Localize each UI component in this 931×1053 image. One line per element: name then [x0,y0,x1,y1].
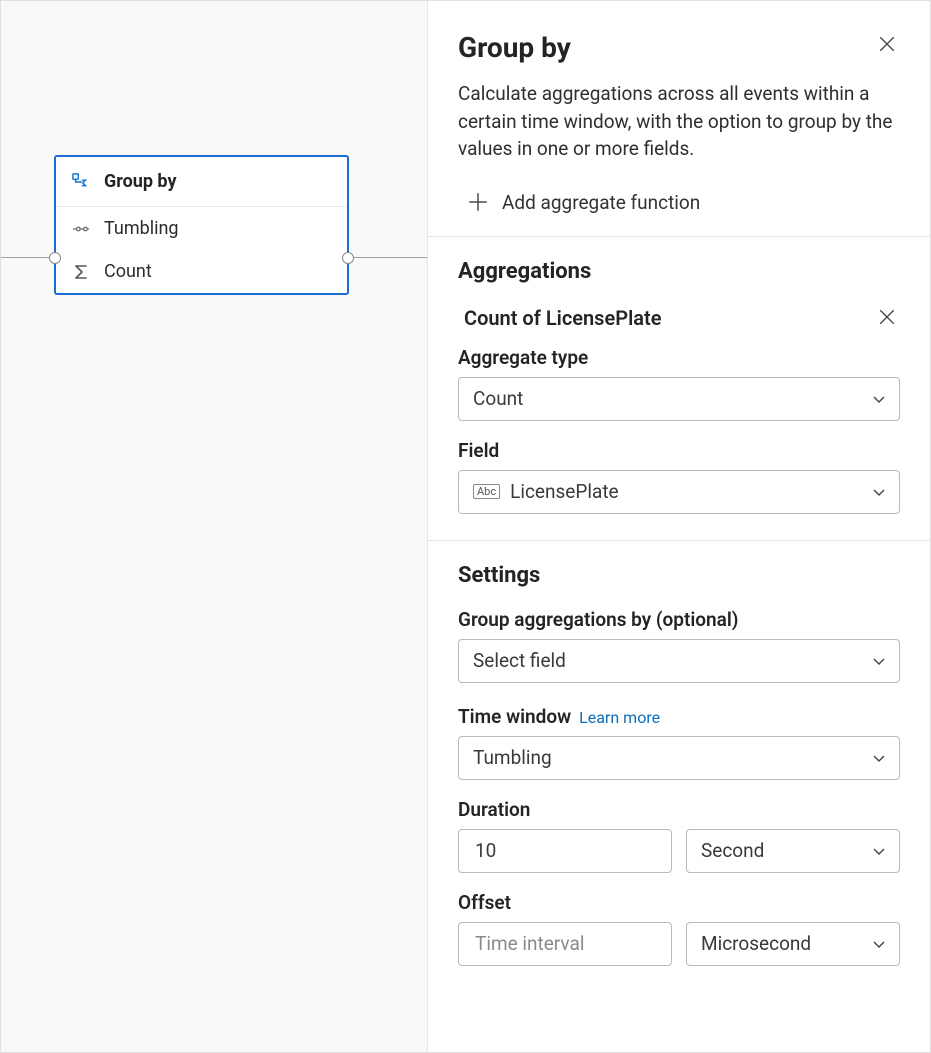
node-row-count[interactable]: Count [56,250,347,293]
add-aggregate-label: Add aggregate function [502,191,700,214]
panel-description: Calculate aggregations across all events… [458,80,900,163]
edge-incoming [1,257,51,259]
tumbling-icon [72,220,90,238]
groupby-field-value: Select field [473,649,566,672]
groupby-field-label: Group aggregations by (optional) [458,608,900,631]
node-row-label: Tumbling [104,218,179,239]
offset-label: Offset [458,891,900,914]
duration-unit-select[interactable]: Second [686,829,900,873]
offset-unit-value: Microsecond [701,932,811,955]
duration-label: Duration [458,798,900,821]
chevron-down-icon [871,484,887,500]
node-title: Group by [104,171,177,192]
time-window-learnmore-link[interactable]: Learn more [579,708,660,727]
offset-input[interactable] [458,922,672,966]
node-row-tumbling[interactable]: Tumbling [56,207,347,250]
close-icon [878,35,896,53]
duration-value[interactable] [473,838,659,863]
duration-unit-value: Second [701,839,764,862]
groupby-field-select[interactable]: Select field [458,639,900,683]
groupby-icon [72,173,90,191]
duration-input[interactable] [458,829,672,873]
settings-section: Settings Group aggregations by (optional… [458,541,900,980]
chevron-down-icon [871,936,887,952]
properties-panel: Group by Calculate aggregations across a… [427,1,930,1052]
sigma-icon [72,263,90,281]
aggregations-heading: Aggregations [458,259,900,284]
offset-unit-select[interactable]: Microsecond [686,922,900,966]
field-label: Field [458,439,900,462]
edge-outgoing [351,257,429,259]
chevron-down-icon [871,750,887,766]
field-type-badge: Abc [473,484,500,499]
add-aggregate-button[interactable]: Add aggregate function [458,185,900,236]
time-window-value: Tumbling [473,746,552,769]
chevron-down-icon [871,653,887,669]
aggregate-type-value: Count [473,387,523,410]
field-value: LicensePlate [510,480,618,503]
offset-value[interactable] [473,931,659,956]
aggregation-name: Count of LicensePlate [458,306,661,330]
field-select[interactable]: Abc LicensePlate [458,470,900,514]
close-panel-button[interactable] [874,31,900,59]
remove-aggregation-button[interactable] [874,304,900,332]
graph-canvas: Group by Tumbling Count [1,1,429,1052]
aggregate-type-select[interactable]: Count [458,377,900,421]
input-port[interactable] [49,252,61,264]
chevron-down-icon [871,843,887,859]
panel-title: Group by [458,31,571,64]
node-header[interactable]: Group by [56,157,347,207]
settings-heading: Settings [458,563,900,588]
groupby-node[interactable]: Group by Tumbling Count [54,155,349,295]
time-window-select[interactable]: Tumbling [458,736,900,780]
aggregate-type-label: Aggregate type [458,346,900,369]
time-window-label: Time window [458,705,571,728]
chevron-down-icon [871,391,887,407]
close-icon [878,308,896,326]
plus-icon [468,192,488,212]
aggregations-section: Aggregations Count of LicensePlate Aggre… [458,237,900,540]
node-row-label: Count [104,261,152,282]
output-port[interactable] [342,252,354,264]
